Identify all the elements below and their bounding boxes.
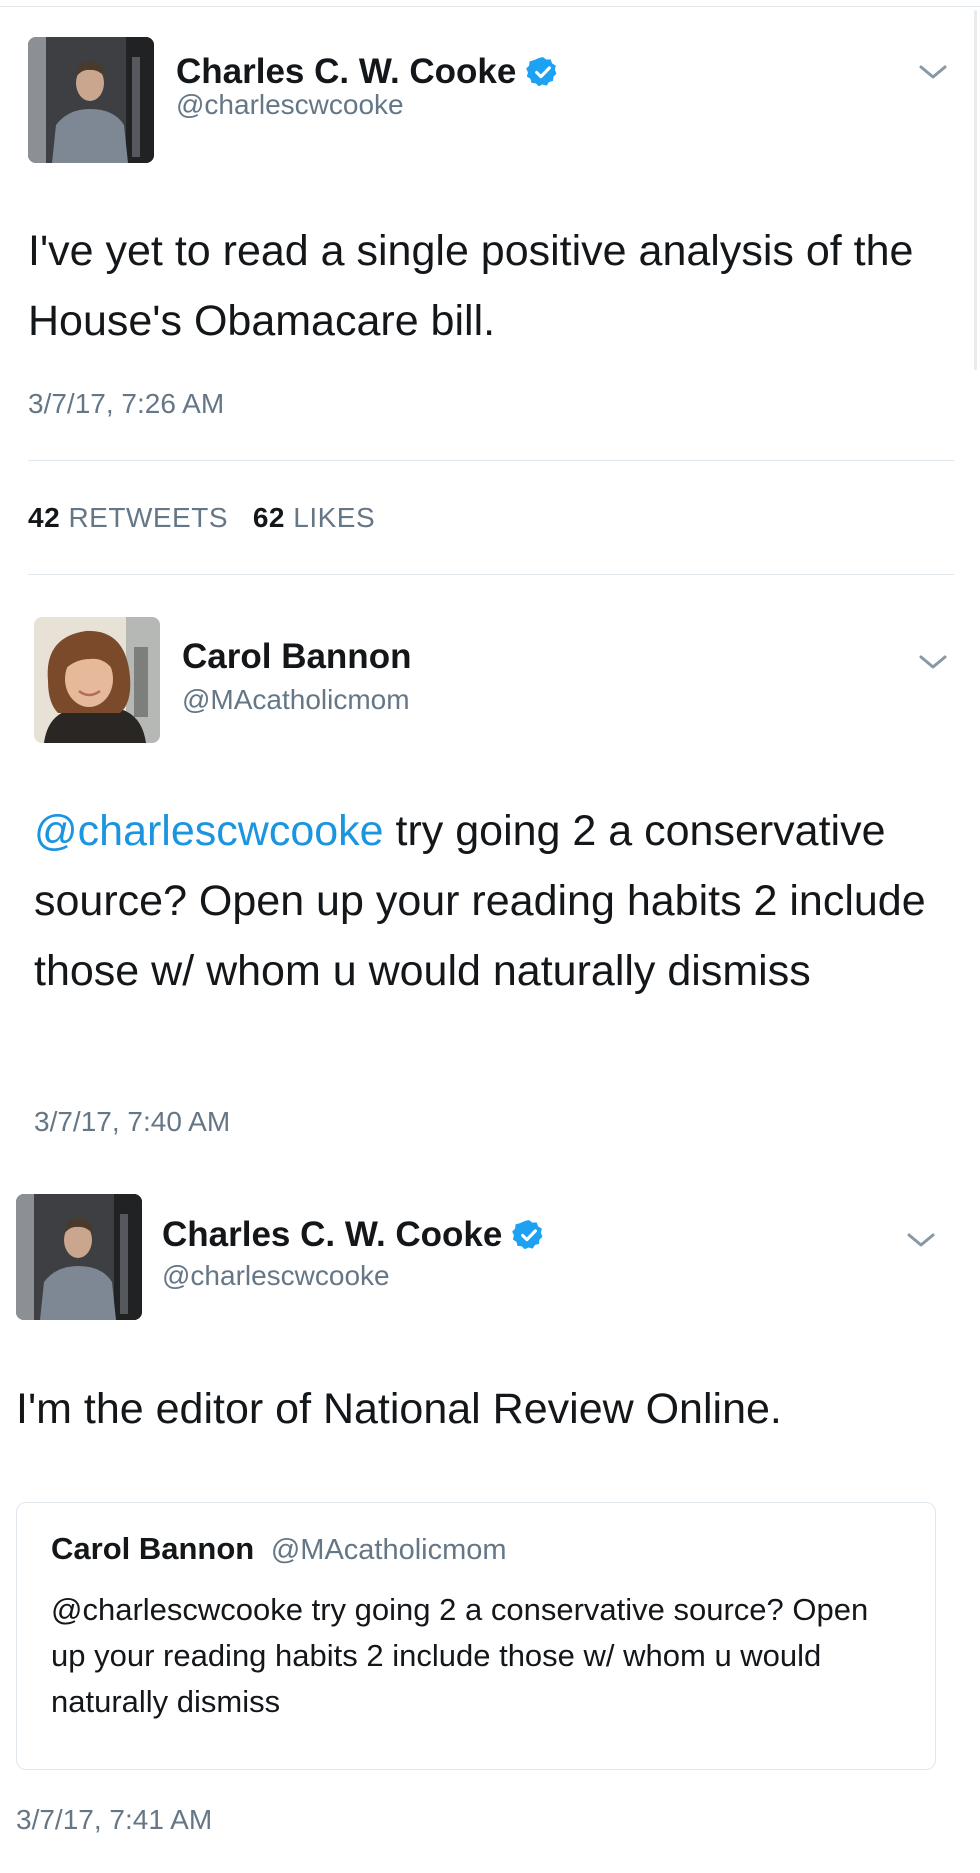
handle[interactable]: @charlescwcooke — [176, 89, 404, 121]
display-name[interactable]: Carol Bannon — [182, 637, 411, 677]
display-name-text[interactable]: Carol Bannon — [182, 637, 411, 677]
scrollbar[interactable] — [974, 10, 977, 370]
timestamp[interactable]: 3/7/17, 7:40 AM — [34, 1106, 230, 1138]
timestamp[interactable]: 3/7/17, 7:41 AM — [16, 1804, 212, 1836]
retweets-label[interactable]: RETWEETS — [68, 502, 228, 533]
chevron-down-icon[interactable] — [916, 62, 950, 82]
display-name-text[interactable]: Charles C. W. Cooke — [162, 1215, 502, 1255]
quoted-handle[interactable]: @MAcatholicmom — [271, 1534, 507, 1566]
avatar[interactable] — [16, 1194, 142, 1320]
chevron-down-icon[interactable] — [916, 652, 950, 672]
display-name[interactable]: Charles C. W. Cooke — [176, 52, 560, 92]
quoted-author[interactable]: Carol Bannon @MAcatholicmom — [51, 1531, 507, 1567]
quoted-name[interactable]: Carol Bannon — [51, 1531, 254, 1566]
handle[interactable]: @MAcatholicmom — [182, 684, 410, 716]
retweets-count[interactable]: 42 — [28, 502, 60, 533]
engagement-stats: 42 RETWEETS 62 LIKES — [28, 502, 375, 534]
chevron-down-icon[interactable] — [904, 1230, 938, 1250]
timestamp[interactable]: 3/7/17, 7:26 AM — [28, 388, 224, 420]
tweet-text: I'm the editor of National Review Online… — [16, 1385, 782, 1433]
quoted-text: @charlescwcooke try going 2 a conservati… — [51, 1592, 869, 1719]
display-name[interactable]: Charles C. W. Cooke — [162, 1215, 546, 1255]
avatar[interactable] — [34, 617, 160, 743]
verified-badge-icon — [512, 1220, 543, 1250]
top-divider — [0, 6, 980, 7]
display-name-text[interactable]: Charles C. W. Cooke — [176, 52, 516, 92]
handle[interactable]: @charlescwcooke — [162, 1260, 390, 1292]
mention-link[interactable]: @charlescwcooke — [34, 807, 384, 855]
likes-label[interactable]: LIKES — [293, 502, 375, 533]
verified-badge-icon — [526, 57, 557, 87]
tweet-text: @charlescwcooke try going 2 a conservati… — [34, 796, 954, 1006]
likes-count[interactable]: 62 — [253, 502, 285, 533]
divider — [28, 460, 954, 461]
tweet-text: I've yet to read a single positive analy… — [28, 227, 914, 345]
avatar[interactable] — [28, 37, 154, 163]
divider — [28, 574, 954, 575]
quoted-tweet[interactable]: Carol Bannon @MAcatholicmom @charlescwco… — [16, 1502, 936, 1770]
